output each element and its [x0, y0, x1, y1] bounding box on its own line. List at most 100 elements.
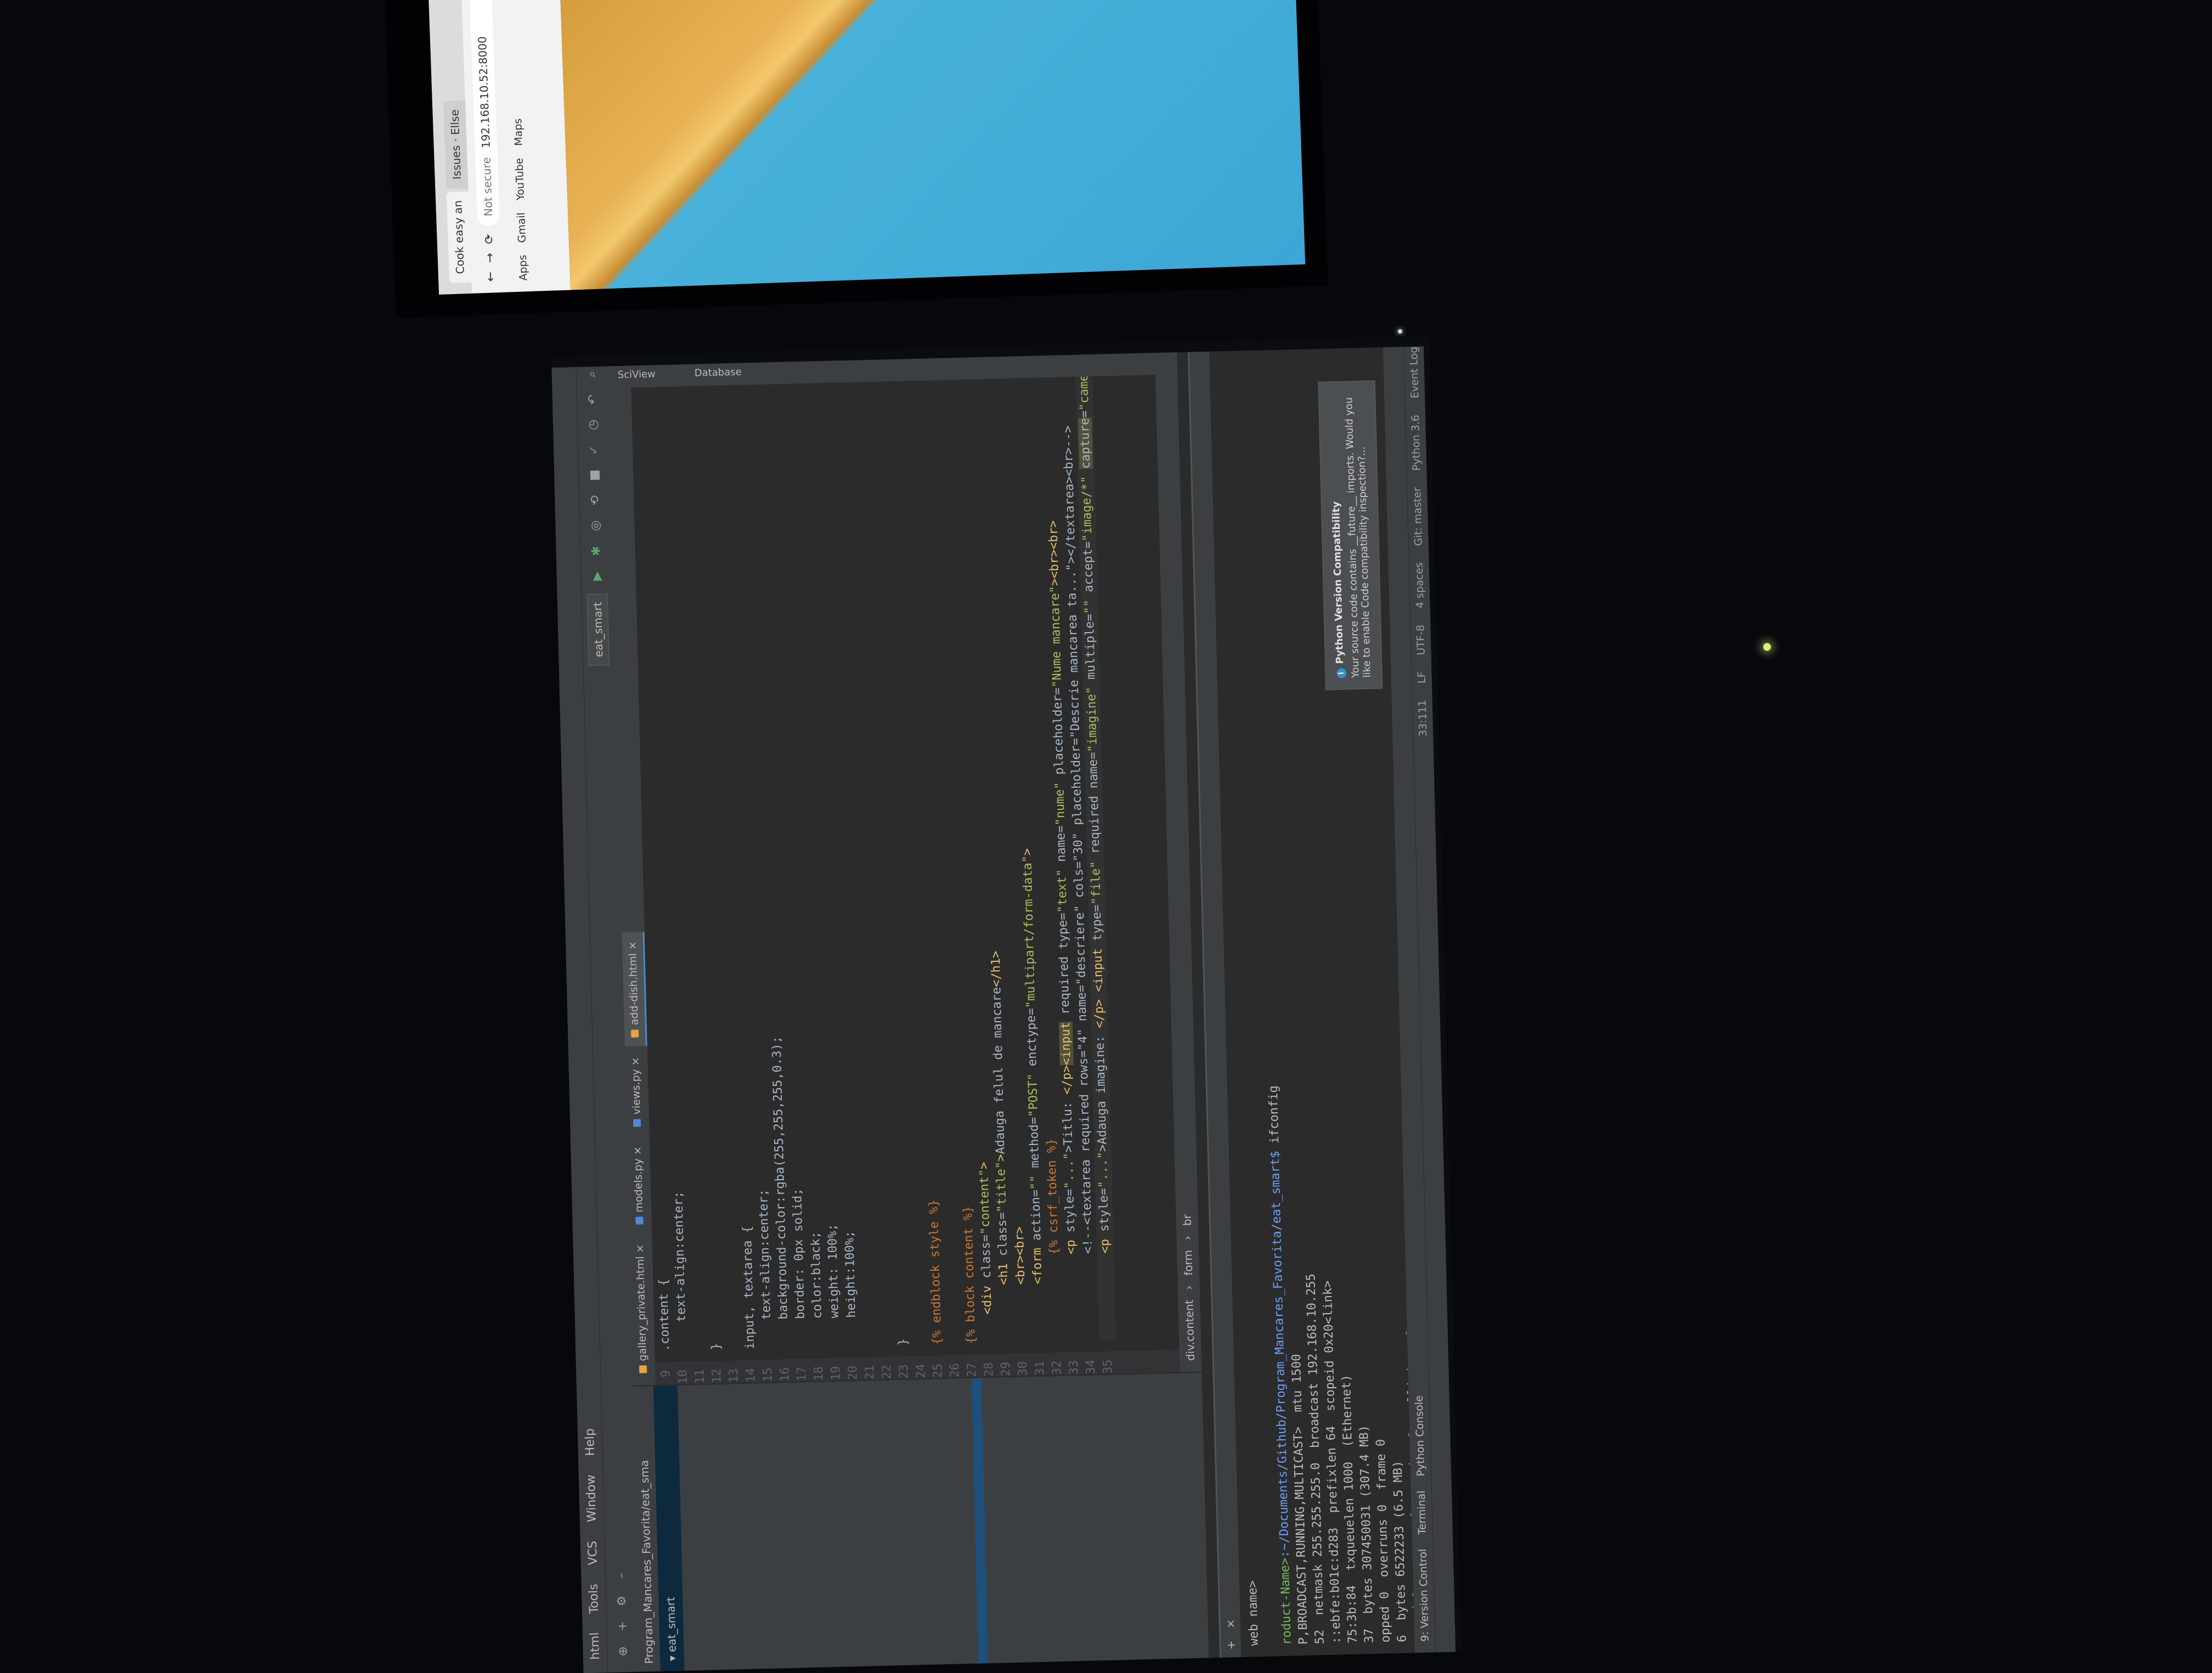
line-number: 14	[744, 1367, 758, 1383]
reload-icon[interactable]: ⟳	[482, 234, 496, 244]
terminal-token: web name>	[1245, 1580, 1261, 1646]
code-token: capture	[1078, 418, 1093, 469]
event-log[interactable]: Event Log	[1408, 346, 1421, 398]
code-token: required type=	[1056, 912, 1073, 1022]
code-token: <p	[1098, 1231, 1115, 1341]
code-token: ><br><br>	[1046, 520, 1062, 586]
terminal-token: 6 bytes 6522233 (6.5 MB)	[1391, 1460, 1409, 1643]
back-icon[interactable]: ←	[483, 272, 498, 282]
tool-terminal[interactable]: Terminal	[1415, 1490, 1429, 1535]
menu-help[interactable]: Help	[583, 1428, 597, 1456]
tab-views[interactable]: views.py ×	[624, 1047, 650, 1136]
run-icon[interactable]: ▶	[589, 568, 605, 584]
code-token: >Adauga imagine:	[1093, 1028, 1110, 1152]
search-icon[interactable]: ⌕	[584, 367, 600, 382]
terminal-add-icon[interactable]: +	[1224, 1640, 1238, 1649]
browser-tab[interactable]: Cook easy an	[446, 191, 472, 284]
address-bar[interactable]: Not secure 192.168.10.52:8000	[469, 0, 500, 226]
database-tool[interactable]: Database	[695, 367, 742, 379]
line-number: 21	[863, 1365, 877, 1380]
menu-html[interactable]: html	[588, 1632, 602, 1660]
breadcrumb-item[interactable]: br	[1181, 1214, 1194, 1226]
code-token: {% block content %}	[961, 1206, 979, 1344]
line-number: 30	[1015, 1361, 1030, 1376]
gear-icon[interactable]: ⚙	[614, 1593, 630, 1609]
line-number: 10	[676, 1369, 690, 1384]
debug-icon[interactable]: ✱	[588, 543, 604, 559]
profile-icon[interactable]: ⟲	[587, 493, 603, 509]
code-token: =	[1077, 410, 1092, 418]
minimize-icon[interactable]: –	[613, 1568, 629, 1584]
terminal-close-icon[interactable]: ×	[1224, 1619, 1237, 1629]
code-token: <h1	[996, 1255, 1013, 1344]
status-encoding[interactable]: UTF-8	[1414, 624, 1427, 655]
desktop-wallpaper	[559, 0, 1306, 290]
run-config-dropdown[interactable]: eat_smart	[586, 593, 610, 666]
line-number: 31	[1032, 1360, 1047, 1376]
screen: html Tools VCS Window Help ⊕ + ⚙ – eat_s…	[551, 346, 1456, 1673]
stop-icon[interactable]: ■	[586, 467, 602, 483]
line-number: 18	[812, 1366, 826, 1381]
code-token: }	[709, 1343, 724, 1350]
bookmark-apps[interactable]: Apps	[517, 255, 530, 281]
terminal-token: ifconfig	[1266, 1085, 1282, 1151]
code-area[interactable]: 9 10 11 12 13 14 15 16 17 18 19 20 21 22 23 24 25 26 27 28 2…	[631, 346, 1180, 1385]
code-token: method=	[1027, 1117, 1042, 1168]
code-token: style=	[1063, 1188, 1078, 1233]
html-file-icon	[631, 1029, 639, 1038]
code-token: </p>	[1059, 1065, 1075, 1095]
tool-python-console[interactable]: Python Console	[1413, 1395, 1427, 1477]
line-number: 15	[761, 1367, 775, 1383]
monitor-led	[1398, 329, 1402, 334]
code-token: enctype=	[1024, 1007, 1040, 1067]
line-number: 13	[727, 1368, 741, 1383]
breadcrumb-item[interactable]: div.content	[1182, 1299, 1197, 1361]
add-icon[interactable]: +	[614, 1618, 630, 1634]
terminal-token: roduct-Name>	[1278, 1557, 1294, 1646]
code-token: required name=	[1086, 752, 1103, 854]
vcs-update-icon[interactable]: ✓	[586, 442, 602, 458]
status-indent[interactable]: 4 spaces	[1413, 562, 1426, 609]
globe-icon[interactable]: ⊕	[615, 1643, 631, 1659]
code-lines[interactable]: .content { text-align:center;} input, tex…	[629, 346, 1179, 1362]
breadcrumb-item[interactable]: form	[1181, 1250, 1195, 1276]
code-token: placeholder=	[1051, 687, 1066, 775]
menu-window[interactable]: Window	[584, 1474, 599, 1522]
browser-tab[interactable]: Issues · Ellse	[443, 100, 469, 189]
bookmark-youtube[interactable]: YouTube	[514, 157, 527, 200]
code-token: "POST"	[1025, 1066, 1041, 1118]
status-git-branch[interactable]: Git: master	[1411, 487, 1425, 546]
tool-version-control[interactable]: 9: Version Control	[1417, 1548, 1431, 1642]
code-token: <div	[980, 1278, 996, 1344]
bookmark-gmail[interactable]: Gmail	[515, 212, 528, 243]
status-position[interactable]: 33:111	[1417, 700, 1430, 736]
bookmark-maps[interactable]: Maps	[512, 119, 525, 147]
project-path[interactable]: Program_Mancares_Favorita/eat_sma	[637, 1460, 656, 1664]
coverage-icon[interactable]: ◎	[588, 518, 603, 534]
revert-icon[interactable]: ↶	[585, 392, 601, 408]
code-token: height:100%;	[843, 1230, 860, 1347]
line-number: 12	[710, 1368, 724, 1384]
menu-vcs[interactable]: VCS	[585, 1541, 600, 1565]
tab-add-dish[interactable]: add-dish.html ×	[622, 932, 647, 1046]
line-number: 20	[846, 1365, 860, 1381]
tab-label: views.py	[629, 1069, 643, 1115]
tab-label: gallery_private.html	[634, 1256, 649, 1361]
html-file-icon	[639, 1365, 647, 1373]
forward-icon[interactable]: →	[483, 252, 497, 263]
code-token: ""	[1028, 1168, 1043, 1190]
notification-balloon[interactable]: i Python Version Compatibility Your sourc…	[1318, 380, 1383, 690]
python-file-icon	[633, 1119, 641, 1127]
tab-gallery-private[interactable]: gallery_private.html ×	[629, 1235, 656, 1382]
menu-tools[interactable]: Tools	[586, 1584, 601, 1614]
line-number: 28	[982, 1362, 996, 1377]
python-file-icon	[635, 1216, 644, 1225]
line-number: 34	[1084, 1359, 1098, 1375]
code-token: border: 0px solid;	[791, 1188, 809, 1349]
status-line-separator[interactable]: LF	[1416, 672, 1429, 684]
status-interpreter[interactable]: Python 3.6	[1409, 415, 1423, 471]
project-selection-bar	[971, 1378, 989, 1664]
history-icon[interactable]: ◷	[585, 417, 601, 433]
sciview-tool[interactable]: SciView	[618, 368, 656, 381]
tab-models[interactable]: models.py ×	[627, 1137, 652, 1234]
